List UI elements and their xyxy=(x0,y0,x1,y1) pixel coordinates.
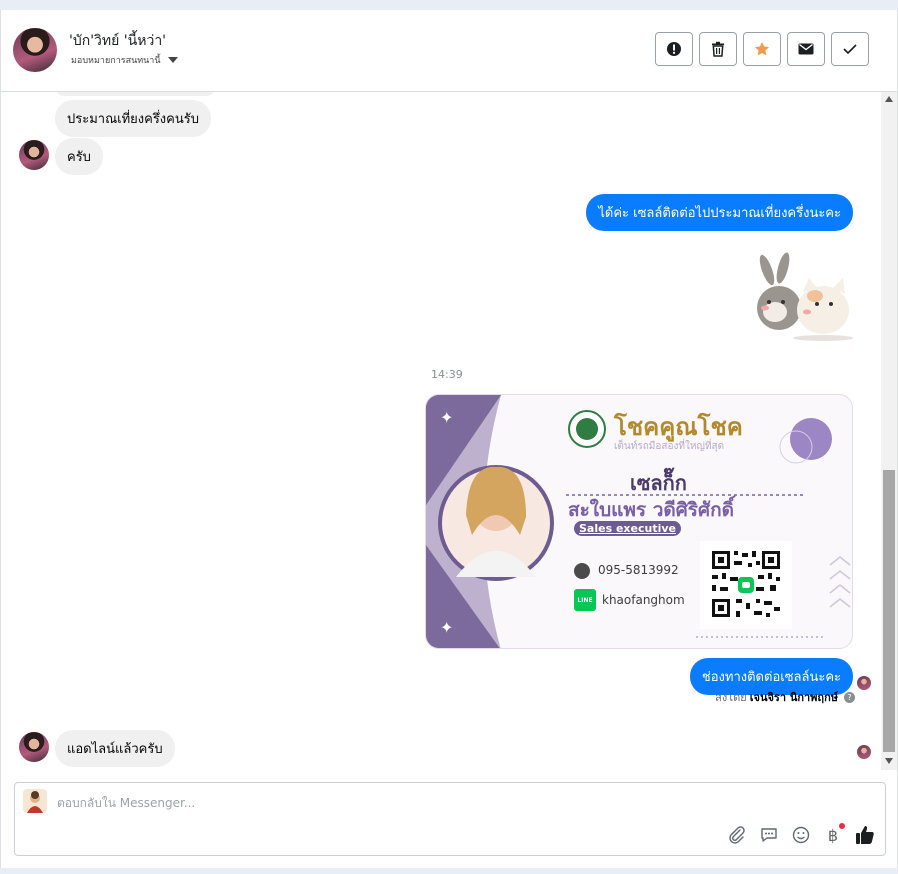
conversation-header: 'บัก'วิทย์ 'นี้หว่า' มอบหมายการสนทนานี้ xyxy=(1,10,897,92)
check-icon xyxy=(843,44,857,55)
message-timestamp: 14:39 xyxy=(431,368,463,381)
mark-unread-button[interactable] xyxy=(787,32,825,66)
paperclip-icon xyxy=(729,826,745,844)
conversation-panel: 'บัก'วิทย์ 'นี้หว่า' มอบหมายการสนทนานี้ xyxy=(0,10,898,868)
incoming-message[interactable]: ครับ xyxy=(55,138,103,175)
thumbs-up-icon xyxy=(856,826,874,844)
contact-avatar[interactable] xyxy=(13,28,57,72)
sender-avatar[interactable] xyxy=(19,732,49,762)
attach-button[interactable] xyxy=(727,825,747,845)
mark-spam-button[interactable] xyxy=(655,32,693,66)
qr-code-image xyxy=(700,541,792,629)
mark-done-button[interactable] xyxy=(831,32,869,66)
svg-text:✦: ✦ xyxy=(440,408,453,427)
saved-replies-button[interactable] xyxy=(759,825,779,845)
emoji-button[interactable] xyxy=(791,825,811,845)
smiley-icon xyxy=(792,826,810,844)
page-avatar xyxy=(23,789,47,813)
scroll-up-arrow-icon[interactable] xyxy=(885,96,893,102)
svg-text:✦: ✦ xyxy=(440,618,453,637)
message-thread: ประมาณเที่ยงครึ่งคนรับ ครับ ได้ค่ะ เซลล์… xyxy=(1,92,881,770)
sticker-bunny-cat[interactable] xyxy=(745,252,855,342)
scrollbar-thumb[interactable] xyxy=(883,470,895,752)
sent-by-prefix: ส่งโดย xyxy=(715,691,747,704)
line-icon: LINE xyxy=(574,589,596,611)
incoming-message[interactable]: ประมาณเที่ยงครึ่งคนรับ xyxy=(55,100,211,137)
exclamation-icon xyxy=(667,42,681,56)
outgoing-message[interactable]: ได้ค่ะ เซลล์ติดต่อไปประมาณเที่ยงครึ่งนะค… xyxy=(586,194,853,231)
incoming-message[interactable]: แอดไลน์แล้วครับ xyxy=(55,730,175,767)
delete-button[interactable] xyxy=(699,32,737,66)
seen-indicator-avatar xyxy=(857,676,871,690)
card-role: Sales executive xyxy=(574,521,681,536)
sent-by-info: ส่งโดย เจนจิรา นิกาพฤกษ์ ? xyxy=(715,688,855,706)
card-tagline: เต็นท์รถมือสองที่ใหญ่ที่สุด xyxy=(614,441,725,452)
assign-label: มอบหมายการสนทนานี้ xyxy=(71,56,161,66)
assign-conversation-dropdown[interactable]: มอบหมายการสนทนานี้ xyxy=(71,53,178,67)
reply-composer: ฿ xyxy=(14,782,886,856)
payment-button[interactable]: ฿ xyxy=(823,823,845,845)
notification-dot xyxy=(839,823,845,829)
business-card-image[interactable]: ✦ ✦ โชคคูณโชค เต็นท์รถมือสองที่ใหญ่ที่สุ… xyxy=(425,394,853,649)
star-icon xyxy=(755,42,769,56)
sender-avatar[interactable] xyxy=(19,140,49,170)
header-actions xyxy=(655,32,869,66)
mail-icon xyxy=(798,43,814,55)
message-bubble-cutoff xyxy=(55,92,215,96)
contact-name[interactable]: 'บัก'วิทย์ 'นี้หว่า' xyxy=(69,30,166,52)
help-icon[interactable]: ? xyxy=(844,691,855,703)
reply-input[interactable] xyxy=(57,793,757,813)
read-receipt-avatar xyxy=(857,745,871,759)
phone-icon xyxy=(574,563,590,579)
card-line-id: khaofanghom xyxy=(602,593,685,607)
page-avatar-art xyxy=(27,791,43,813)
sent-by-name[interactable]: เจนจิรา นิกาพฤกษ์ xyxy=(750,688,838,706)
like-button[interactable] xyxy=(855,825,875,845)
composer-tools: ฿ xyxy=(727,823,875,845)
card-phone: 095-5813992 xyxy=(598,563,679,577)
scroll-down-arrow-icon[interactable] xyxy=(885,758,893,764)
trash-icon xyxy=(712,41,724,57)
chat-bubble-icon xyxy=(761,828,777,842)
caret-down-icon xyxy=(167,57,178,63)
baht-icon: ฿ xyxy=(827,825,839,845)
star-button[interactable] xyxy=(743,32,781,66)
